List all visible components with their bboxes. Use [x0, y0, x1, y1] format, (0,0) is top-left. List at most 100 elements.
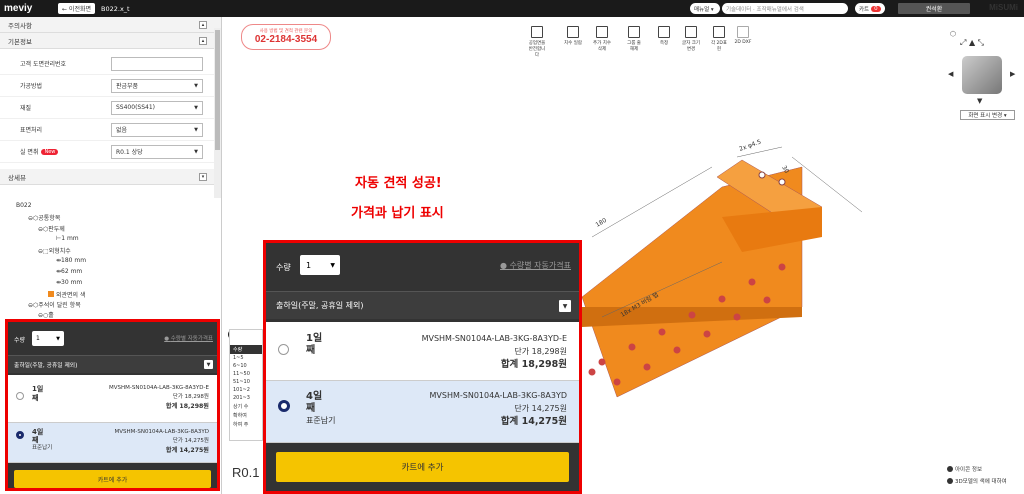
left-scroll-thumb[interactable] — [215, 30, 220, 150]
collapse-icon[interactable]: ▴ — [199, 37, 207, 45]
notes-section-header[interactable]: 주의사항 ▴ — [0, 17, 221, 33]
days-label: 1일 — [306, 333, 323, 344]
tree-common[interactable]: ⊖⬡공통항목 — [28, 213, 60, 222]
search-input[interactable]: 기술데이터 · 조작매뉴얼에서 검색 — [722, 3, 848, 14]
headline-line1: 자동 견적 성공! — [355, 176, 442, 191]
surface-select[interactable]: 없음 ▼ — [111, 122, 203, 137]
collapse-icon[interactable]: ▴ — [199, 21, 207, 29]
info-label: 아이콘 정보 — [955, 467, 983, 473]
chevron-down-icon[interactable]: ▼ — [559, 300, 571, 312]
arrow-down-icon[interactable]: ▼ — [977, 97, 982, 105]
days-suffix: 째 — [32, 436, 39, 444]
user-menu[interactable]: 권석환 — [898, 3, 970, 14]
color-swatch-icon — [48, 291, 54, 297]
link-label: 수량별 자동가격표 — [170, 336, 213, 342]
days-label: 1일 — [32, 385, 44, 393]
chevron-down-icon: ▼ — [330, 261, 335, 269]
tree-thickness[interactable]: ⊖⬡판두께 — [38, 224, 65, 233]
tree-dim-62[interactable]: ⇹62 mm — [56, 268, 82, 275]
select-value: 판금부품 — [116, 83, 139, 90]
view-cube[interactable] — [962, 56, 1002, 94]
ship-option-1day[interactable]: 1일 째 MVSHM-SN0104A-LAB-3KG-8A3YD-E 단가 18,… — [266, 322, 579, 381]
days-suffix: 째 — [32, 394, 39, 402]
link-label: 수량별 자동가격표 — [509, 261, 571, 270]
option-details: MVSHM-SN0104A-LAB-3KG-8A3YD-E 단가 18,298원… — [109, 384, 209, 411]
chamfer-select[interactable]: R0.1 상당 ▼ — [111, 144, 203, 159]
headline-line2: 가격과 납기 표시 — [351, 206, 444, 221]
info-label: 3D모델의 색에 대하여 — [955, 479, 1007, 485]
radio-button[interactable] — [16, 431, 24, 439]
manual-dropdown[interactable]: 매뉴얼 ▾ — [690, 3, 720, 14]
ship-option-4day[interactable]: 4일 째 표준납기 MVSHM-SN0104A-LAB-3KG-8A3YD 단가 1… — [8, 423, 217, 463]
qty-label: 수량 — [276, 263, 291, 272]
tree-outer[interactable]: ⊖⬚외형치수 — [38, 246, 71, 255]
back-button[interactable]: ← 이전화면 — [58, 3, 96, 14]
basic-section-header[interactable]: 기본정보 ▴ — [0, 33, 221, 49]
collapse-icon[interactable]: ▾ — [199, 173, 207, 181]
field-label: 실 면취 — [20, 149, 39, 156]
price-panel-large: 수량 1 ▼ ● 수량별 자동가격표 출하일(주말, 공휴일 제외) ▼ 1일 째 … — [263, 240, 582, 494]
price-table-link[interactable]: ● 수량별 자동가격표 — [500, 260, 571, 271]
add-to-cart-button[interactable]: 카트에 추가 — [14, 470, 211, 488]
option-days: 4일 째 표준납기 — [306, 391, 335, 427]
field-process: 가공방법 판금부품 ▼ — [0, 75, 221, 97]
arrow-left-icon[interactable]: ◀ — [948, 70, 953, 78]
option-days: 1일 째 — [306, 333, 322, 357]
field-label: 재질 — [20, 105, 32, 112]
icon-info-link[interactable]: 아이콘 정보 — [947, 465, 982, 473]
qty-select[interactable]: 1 ▼ — [32, 331, 64, 346]
meviy-logo[interactable]: meviy — [4, 3, 56, 14]
radio-button[interactable] — [278, 344, 289, 355]
color-info-link[interactable]: 3D모델의 색에 대하여 — [947, 477, 1007, 485]
drawing-number-input[interactable] — [111, 56, 203, 71]
tree-label: 외형치수 — [48, 248, 71, 255]
total-price: 합계 14,275원 — [500, 416, 567, 427]
detail-section-header[interactable]: 상세뷰 ▾ — [0, 169, 221, 185]
tree-dim-180[interactable]: ⇹180 mm — [56, 257, 86, 264]
tree-dim-30[interactable]: ⇹30 mm — [56, 279, 82, 286]
file-name: B022.x_t — [101, 4, 130, 13]
select-value: 없음 — [116, 127, 128, 134]
ship-option-4day[interactable]: 4일 째 표준납기 MVSHM-SN0104A-LAB-3KG-8A3YD 단가 1… — [266, 381, 579, 443]
rotate-icons[interactable]: ⤢ ▲ ⤡ — [960, 38, 984, 48]
tree-color[interactable]: 외관면의 색 — [48, 290, 86, 299]
tree-label: 주석이 달린 항목 — [38, 302, 81, 309]
field-chamfer: 실 면취 New R0.1 상당 ▼ — [0, 141, 221, 163]
tree-label: 판두께 — [48, 226, 65, 233]
chevron-down-icon[interactable]: ▼ — [204, 360, 213, 369]
tree-root: B022 — [16, 202, 32, 209]
radio-button[interactable] — [278, 400, 290, 412]
misumi-logo[interactable]: MiSUMi — [989, 3, 1018, 12]
cart-label: 카트 — [859, 6, 870, 13]
home-view-icon[interactable]: ⬡ — [950, 30, 956, 38]
radio-button[interactable] — [16, 392, 24, 400]
price-table-link[interactable]: ● 수량별 자동가격표 — [164, 334, 213, 342]
qty-value: 1 — [306, 260, 312, 270]
cart-button[interactable]: 카트 0 — [855, 3, 885, 14]
view-change-button[interactable]: 화면 표시 변경 ▾ — [960, 110, 1015, 120]
tree-notes[interactable]: ⊖⬡주석이 달린 항목 — [28, 300, 81, 309]
option-days: 1일 째 — [32, 385, 43, 403]
arrow-right-icon[interactable]: ▶ — [1010, 70, 1015, 78]
qty-select[interactable]: 1 ▼ — [300, 255, 340, 275]
field-label: 가공방법 — [20, 83, 43, 90]
ship-date-label: 출하일(주말, 공휴일 제외) — [276, 301, 364, 310]
tree-thickness-value[interactable]: ⊢1 mm — [56, 235, 79, 242]
part-code: MVSHM-SN0104A-LAB-3KG-8A3YD-E — [109, 385, 209, 391]
standard-delivery: 표준납기 — [306, 416, 336, 425]
ship-option-1day[interactable]: 1일 째 MVSHM-SN0104A-LAB-3KG-8A3YD-E 단가 18,… — [8, 375, 217, 423]
field-surface: 표면처리 없음 ▼ — [0, 119, 221, 141]
process-select[interactable]: 판금부품 ▼ — [111, 78, 203, 93]
tree-label: 공통항목 — [38, 215, 61, 222]
tree-label: 홀 — [48, 312, 54, 319]
tree-hole[interactable]: ⊖○홀 — [38, 310, 54, 319]
part-code: MVSHM-SN0104A-LAB-3KG-8A3YD — [429, 391, 567, 400]
new-badge: New — [41, 148, 59, 155]
tree-label: 180 mm — [61, 257, 87, 264]
chevron-down-icon: ▼ — [194, 104, 198, 111]
qty-value: 1 — [36, 335, 40, 342]
add-to-cart-button[interactable]: 카트에 추가 — [276, 452, 569, 482]
material-select[interactable]: SS400(SS41) ▼ — [111, 100, 203, 115]
question-icon — [947, 478, 953, 484]
days-label: 4일 — [32, 428, 44, 436]
